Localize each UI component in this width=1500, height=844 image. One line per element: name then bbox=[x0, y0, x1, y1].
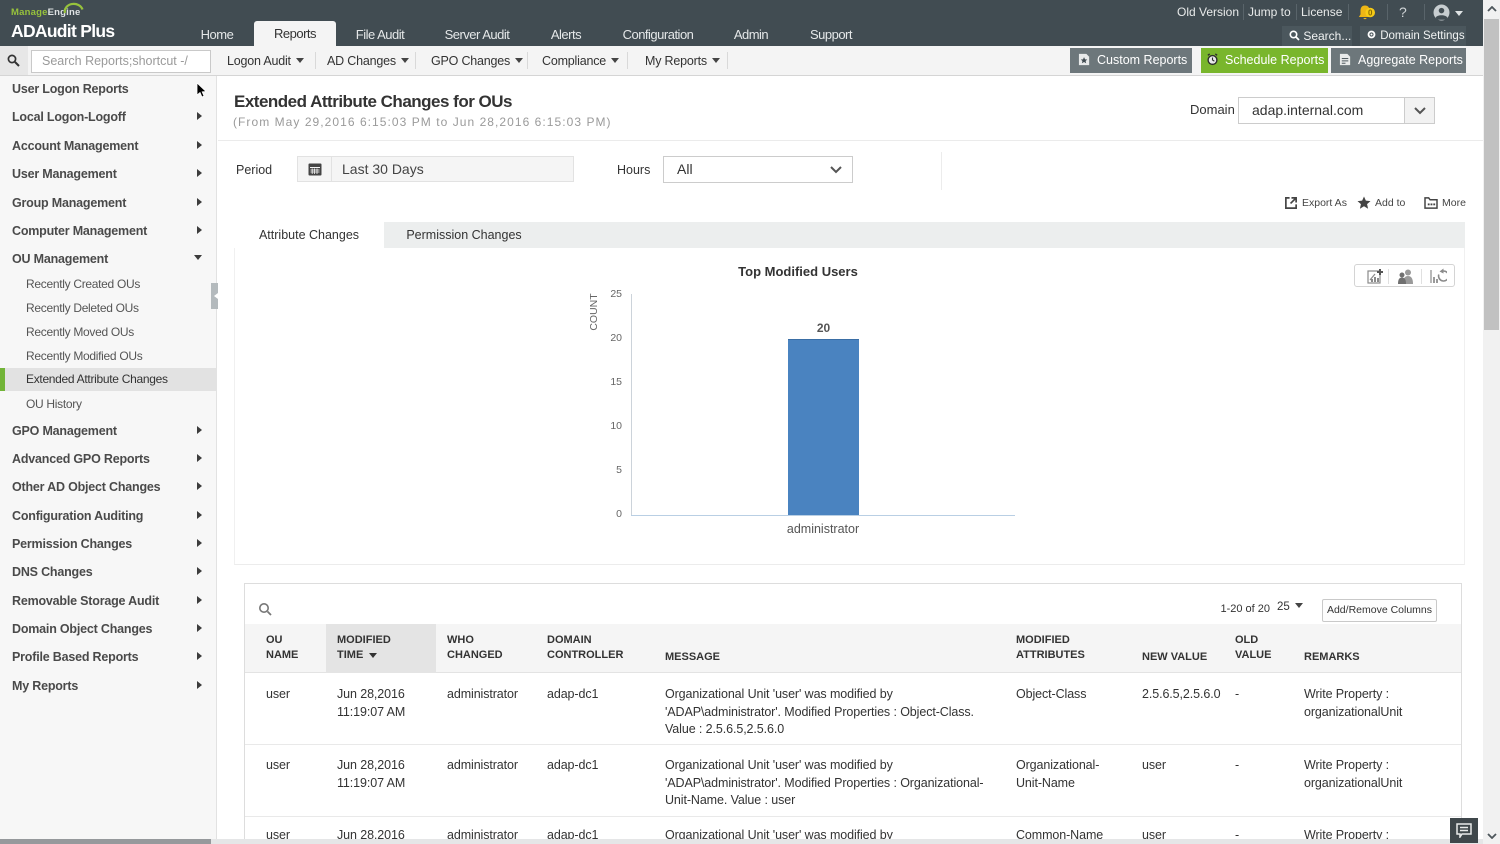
svg-text:0: 0 bbox=[1368, 8, 1373, 17]
